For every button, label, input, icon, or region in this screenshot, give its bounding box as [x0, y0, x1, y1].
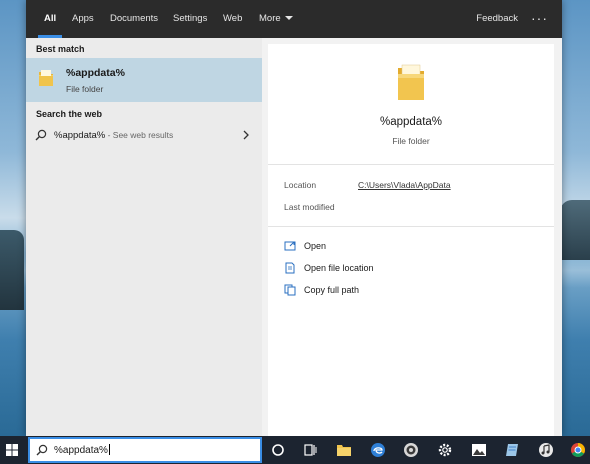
search-panel: All Apps Documents Settings Web More Fee…: [26, 0, 562, 436]
last-modified-label: Last modified: [284, 202, 335, 212]
copy-full-path-label: Copy full path: [304, 285, 360, 295]
search-input-value: %appdata%: [54, 444, 110, 456]
web-query-hint: - See web results: [105, 130, 174, 140]
edge-icon[interactable]: [370, 442, 386, 458]
best-match-result[interactable]: %appdata% File folder: [26, 58, 262, 102]
search-icon: [36, 444, 48, 456]
chrome-icon[interactable]: [570, 442, 586, 458]
preview-pane: %appdata% File folder Location C:\Users\…: [268, 44, 554, 436]
open-icon: [284, 241, 296, 251]
chevron-right-icon[interactable]: [242, 129, 250, 141]
more-options-icon[interactable]: ···: [531, 0, 548, 38]
results-list: Best match %appdata% File folder Search …: [26, 38, 262, 436]
windows-start-icon[interactable]: [6, 444, 18, 456]
web-search-result[interactable]: %appdata% - See web results: [26, 124, 262, 146]
tab-apps[interactable]: Apps: [72, 0, 94, 38]
tab-web[interactable]: Web: [223, 0, 242, 38]
preview-title: %appdata%: [379, 116, 443, 128]
wallpaper-rock-left: [0, 230, 24, 310]
cortana-icon[interactable]: [270, 442, 286, 458]
settings-gear-icon[interactable]: [437, 442, 453, 458]
folder-icon: [39, 70, 53, 86]
open-file-location-label: Open file location: [304, 263, 374, 273]
search-query-text: %appdata%: [54, 445, 108, 456]
text-cursor: [108, 444, 110, 455]
task-view-icon[interactable]: [302, 442, 318, 458]
folder-icon: [398, 64, 424, 100]
copy-icon: [284, 284, 296, 296]
tab-documents[interactable]: Documents: [110, 0, 158, 38]
web-query-text: %appdata% - See web results: [54, 130, 173, 141]
feedback-button[interactable]: Feedback: [476, 0, 518, 38]
preview-type: File folder: [392, 136, 430, 146]
store-icon[interactable]: [403, 442, 419, 458]
tab-all[interactable]: All: [37, 0, 63, 38]
photos-icon[interactable]: [471, 442, 487, 458]
best-match-type: File folder: [66, 84, 104, 94]
best-match-heading: Best match: [36, 44, 85, 54]
taskbar-search-input[interactable]: %appdata%: [28, 437, 262, 463]
web-query-value: %appdata%: [54, 130, 106, 141]
location-label: Location: [284, 180, 317, 190]
open-action-label: Open: [304, 241, 327, 251]
notepad-icon[interactable]: [505, 442, 521, 458]
best-match-title: %appdata%: [66, 67, 125, 79]
search-web-heading: Search the web: [36, 109, 103, 119]
divider: [268, 164, 554, 165]
search-icon: [35, 129, 47, 141]
file-location-icon: [285, 262, 295, 274]
tab-more-label: More: [259, 13, 281, 24]
wallpaper-rock-right: [560, 200, 590, 260]
divider: [268, 226, 554, 227]
media-icon[interactable]: [538, 442, 554, 458]
chevron-down-icon: [284, 16, 293, 21]
tab-more[interactable]: More: [259, 0, 293, 38]
file-explorer-icon[interactable]: [336, 442, 352, 458]
search-scope-bar: All Apps Documents Settings Web More Fee…: [26, 0, 562, 38]
tab-settings[interactable]: Settings: [173, 0, 207, 38]
taskbar: %appdata%: [0, 436, 590, 464]
location-link[interactable]: C:\Users\Vlada\AppData: [358, 180, 451, 190]
